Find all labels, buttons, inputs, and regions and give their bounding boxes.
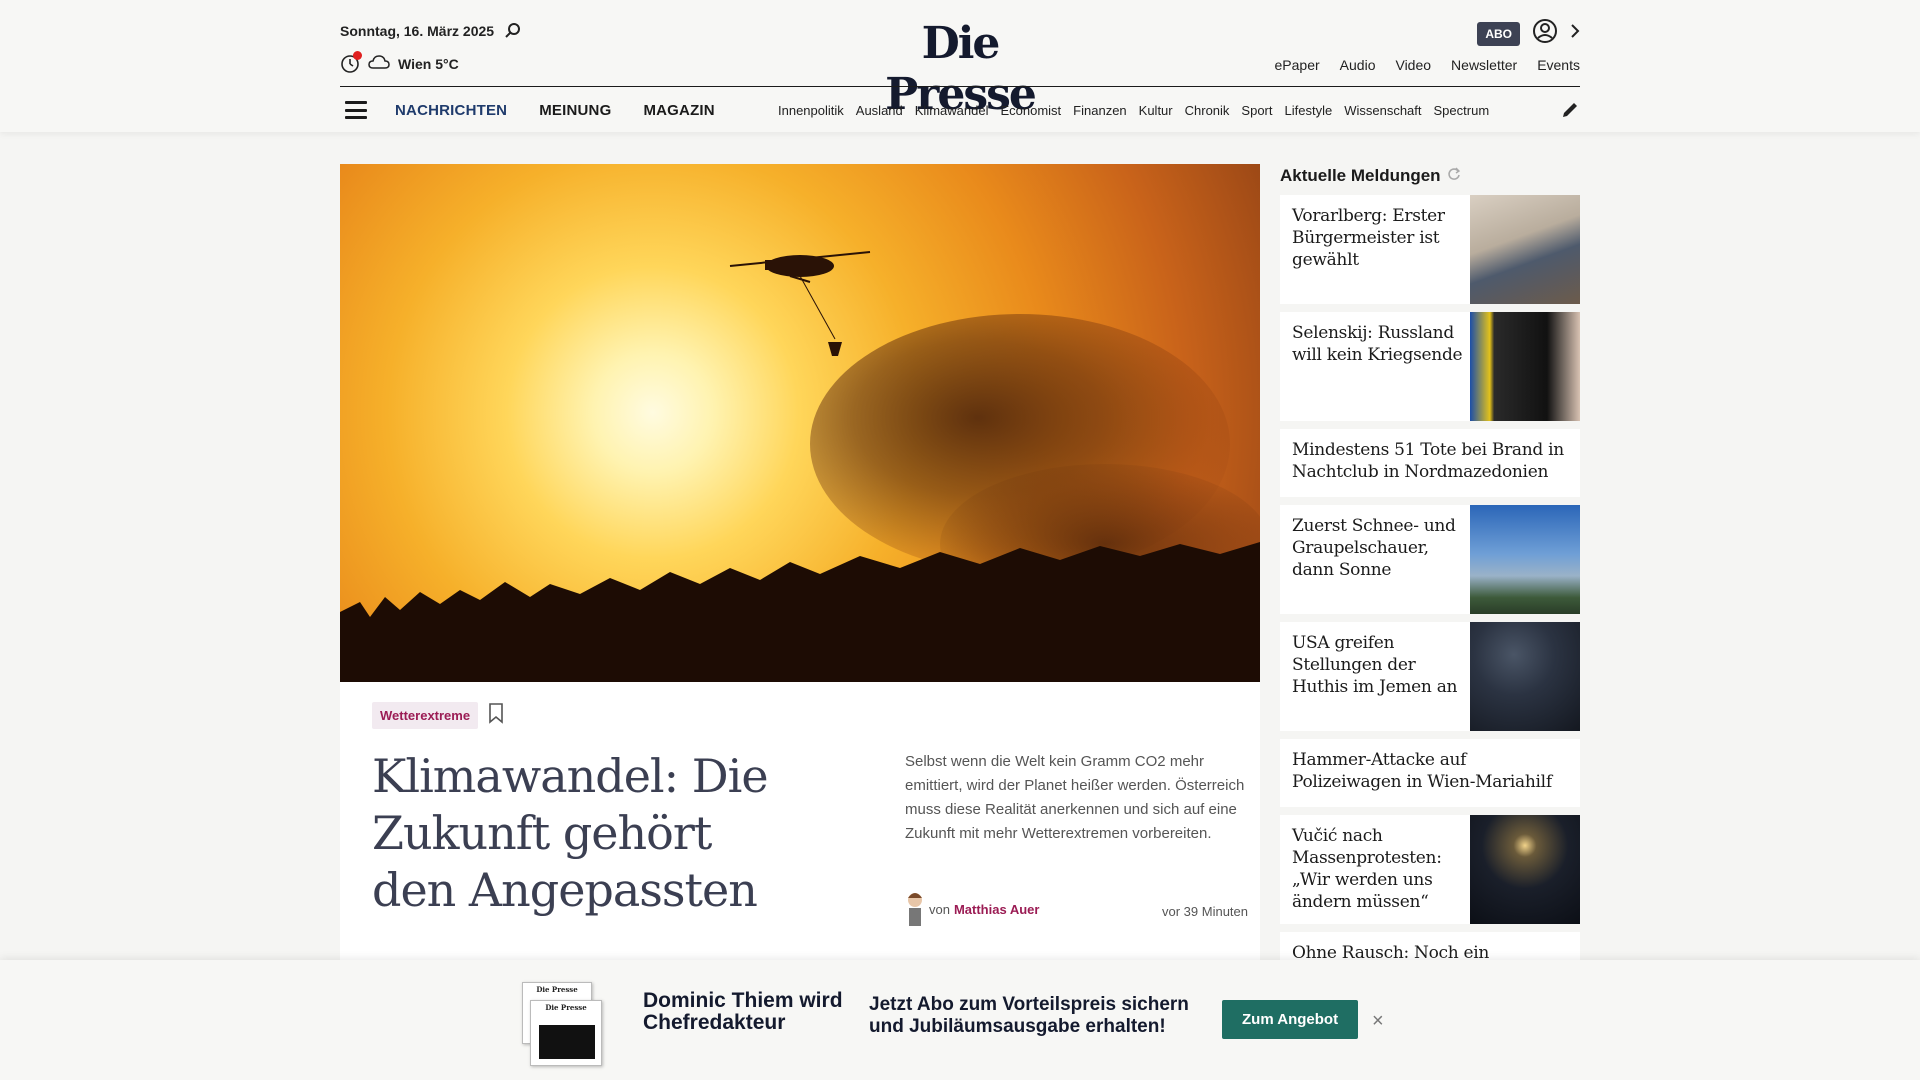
chevron-right-icon[interactable]: [1570, 23, 1580, 44]
history-clock-icon[interactable]: [340, 51, 362, 74]
news-thumbnail: [1470, 195, 1580, 304]
topic-tag[interactable]: Wetterextreme: [372, 702, 479, 729]
weather-text[interactable]: Wien 5°C: [398, 56, 459, 72]
author-link[interactable]: Matthias Auer: [954, 902, 1039, 917]
subnav-economist[interactable]: Economist: [1000, 103, 1061, 118]
news-item[interactable]: Vorarlberg: Erster Bürgermeister ist gew…: [1280, 195, 1580, 304]
offer-button[interactable]: Zum Angebot: [1222, 1000, 1359, 1039]
newspaper-stack-image: Die Presse Die Presse: [522, 982, 602, 1066]
news-item[interactable]: Hammer-Attacke auf Polizeiwagen in Wien-…: [1280, 739, 1580, 807]
sidebar-title-text: Aktuelle Meldungen: [1280, 166, 1441, 185]
news-thumbnail: [1470, 312, 1580, 421]
newspaper-photo: [539, 1025, 595, 1059]
menu-icon[interactable]: [345, 101, 367, 119]
date-row: Sonntag, 16. März 2025: [340, 22, 522, 40]
byline-prefix: von: [929, 902, 950, 917]
news-item-title: Zuerst Schnee- und Graupelschauer, dann …: [1292, 516, 1456, 580]
subnav-finanzen[interactable]: Finanzen: [1073, 103, 1126, 118]
news-thumbnail: [1470, 815, 1580, 924]
news-item[interactable]: Vučić nach Massenprotesten: „Wir werden …: [1280, 815, 1580, 924]
promo-offer-text: Jetzt Abo zum Vorteilspreis sichern und …: [869, 994, 1189, 1037]
pencil-icon[interactable]: [1560, 100, 1580, 125]
author-avatar: [905, 888, 925, 931]
subnav-innenpolitik[interactable]: Innenpolitik: [778, 103, 844, 118]
util-link-newsletter[interactable]: Newsletter: [1451, 57, 1517, 73]
refresh-icon[interactable]: [1447, 166, 1461, 186]
site-header: Sonntag, 16. März 2025 Wien 5°C Die Pres…: [0, 0, 1920, 132]
news-item-title: Vučić nach Massenprotesten: „Wir werden …: [1292, 826, 1442, 912]
header-divider: [340, 86, 1580, 87]
news-item-title: Mindestens 51 Tote bei Brand in Nachtclu…: [1292, 440, 1564, 482]
promo-headline: Dominic Thiem wird Chefredakteur: [643, 989, 843, 1034]
sidebar-title: Aktuelle Meldungen: [1280, 166, 1461, 186]
byline: von Matthias Auer: [905, 888, 1039, 931]
news-item-title: Hammer-Attacke auf Polizeiwagen in Wien-…: [1292, 750, 1552, 792]
news-item[interactable]: Mindestens 51 Tote bei Brand in Nachtclu…: [1280, 429, 1580, 497]
utility-links: ePaper Audio Video Newsletter Events: [1275, 57, 1580, 73]
publish-time: vor 39 Minuten: [1162, 904, 1248, 919]
hero-image[interactable]: [340, 164, 1260, 682]
subnav-kultur[interactable]: Kultur: [1139, 103, 1173, 118]
article-headline[interactable]: Klimawandel: Die Zukunft gehört den Ange…: [372, 748, 792, 919]
search-icon[interactable]: [504, 22, 522, 40]
news-item[interactable]: Selenskij: Russland will kein Kriegsende: [1280, 312, 1580, 421]
newspaper-masthead: Die Presse: [536, 985, 578, 994]
subnav-wissenschaft[interactable]: Wissenschaft: [1344, 103, 1421, 118]
tag-row: Wetterextreme: [372, 702, 504, 729]
nav-meinung[interactable]: MEINUNG: [539, 102, 611, 119]
sub-nav: Innenpolitik Ausland Klimawandel Economi…: [778, 90, 1540, 130]
article-teaser: Selbst wenn die Welt kein Gramm CO2 mehr…: [905, 753, 1245, 842]
main-nav-sections: NACHRICHTEN MEINUNG MAGAZIN: [395, 102, 715, 119]
bookmark-icon[interactable]: [488, 702, 504, 729]
news-item[interactable]: Zuerst Schnee- und Graupelschauer, dann …: [1280, 505, 1580, 614]
news-item-title: USA greifen Stellungen der Huthis im Jem…: [1292, 633, 1458, 697]
header-inner: Sonntag, 16. März 2025 Wien 5°C Die Pres…: [340, 0, 1580, 132]
news-thumbnail: [1470, 622, 1580, 731]
subnav-sport[interactable]: Sport: [1241, 103, 1272, 118]
user-icon[interactable]: [1532, 18, 1558, 49]
newspaper-front: Die Presse: [530, 1000, 602, 1066]
news-item-title: Selenskij: Russland will kein Kriegsende: [1292, 323, 1463, 365]
util-link-epaper[interactable]: ePaper: [1275, 57, 1320, 73]
close-icon[interactable]: ×: [1372, 1010, 1384, 1033]
current-date: Sonntag, 16. März 2025: [340, 23, 495, 39]
newspaper-masthead: Die Presse: [545, 1003, 587, 1012]
main-navigation: NACHRICHTEN MEINUNG MAGAZIN Innenpolitik…: [340, 90, 1580, 130]
news-item-title: Vorarlberg: Erster Bürgermeister ist gew…: [1292, 206, 1445, 270]
cloud-icon: [368, 54, 390, 74]
util-link-events[interactable]: Events: [1537, 57, 1580, 73]
subnav-lifestyle[interactable]: Lifestyle: [1285, 103, 1333, 118]
subnav-klimawandel[interactable]: Klimawandel: [915, 103, 989, 118]
weather-row: Wien 5°C: [340, 51, 459, 74]
forest-silhouette: [340, 542, 1260, 682]
notification-dot: [353, 51, 362, 60]
subnav-chronik[interactable]: Chronik: [1185, 103, 1230, 118]
subnav-ausland[interactable]: Ausland: [856, 103, 903, 118]
util-link-video[interactable]: Video: [1395, 57, 1431, 73]
util-link-audio[interactable]: Audio: [1340, 57, 1376, 73]
nav-magazin[interactable]: MAGAZIN: [643, 102, 714, 119]
abo-button[interactable]: ABO: [1477, 21, 1520, 46]
news-item[interactable]: USA greifen Stellungen der Huthis im Jem…: [1280, 622, 1580, 731]
news-thumbnail: [1470, 505, 1580, 614]
subscription-promo-bar: Die Presse Die Presse Dominic Thiem wird…: [0, 960, 1920, 1080]
nav-nachrichten[interactable]: NACHRICHTEN: [395, 102, 507, 119]
subnav-spectrum[interactable]: Spectrum: [1434, 103, 1490, 118]
account-area: ABO: [1477, 18, 1580, 49]
lead-article-card[interactable]: Wetterextreme Klimawandel: Die Zukunft g…: [340, 682, 1260, 964]
